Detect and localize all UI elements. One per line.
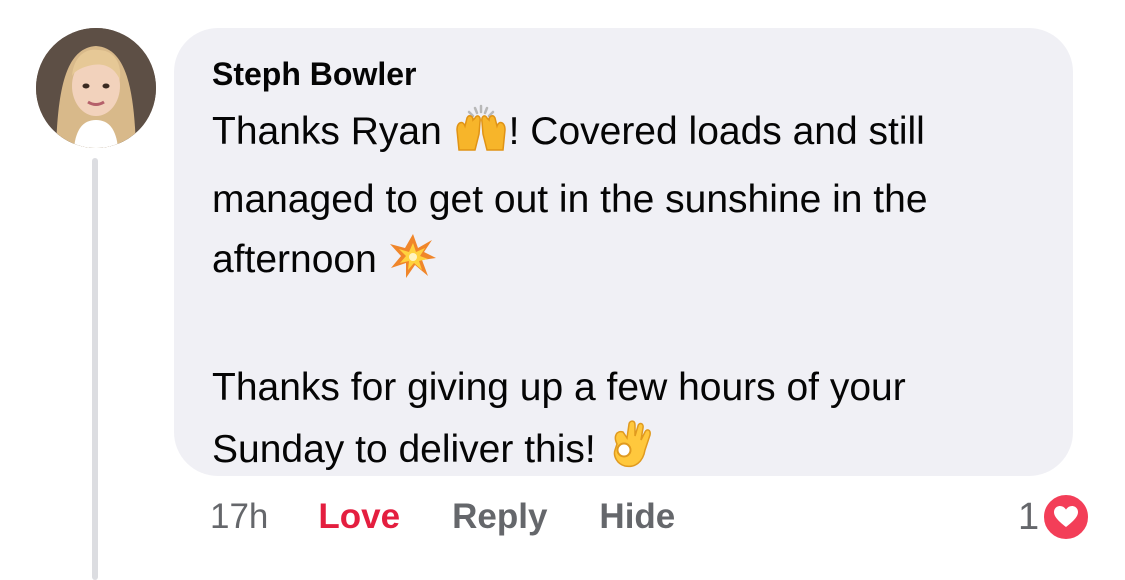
heart-icon: [1041, 492, 1092, 542]
comment-text-part3: Thanks for giving up a few hours of your…: [212, 366, 906, 471]
comment-author[interactable]: Steph Bowler: [212, 54, 1043, 94]
raising-hands-icon: [453, 104, 509, 170]
avatar-photo: [36, 28, 156, 148]
collision-icon: [388, 232, 438, 298]
love-button[interactable]: Love: [318, 497, 400, 537]
comment-text-second: Thanks for giving up a few hours of your…: [212, 358, 1043, 488]
reaction-summary[interactable]: 1: [1018, 490, 1092, 544]
comment-bubble: Steph Bowler Thanks Ryan ! Covered loads…: [174, 28, 1073, 476]
ok-hand-icon: [607, 418, 653, 488]
comment-actions: 17h Love Reply Hide: [210, 492, 675, 542]
hide-button[interactable]: Hide: [599, 497, 675, 537]
thread-line: [92, 158, 98, 580]
comment-text: Thanks Ryan ! Covered loads and still ma…: [212, 102, 1043, 298]
comment-timestamp[interactable]: 17h: [210, 497, 268, 537]
comment-text-part1: Thanks Ryan: [212, 110, 453, 153]
avatar[interactable]: [36, 28, 156, 148]
reaction-count: 1: [1018, 495, 1040, 538]
reply-button[interactable]: Reply: [452, 497, 547, 537]
